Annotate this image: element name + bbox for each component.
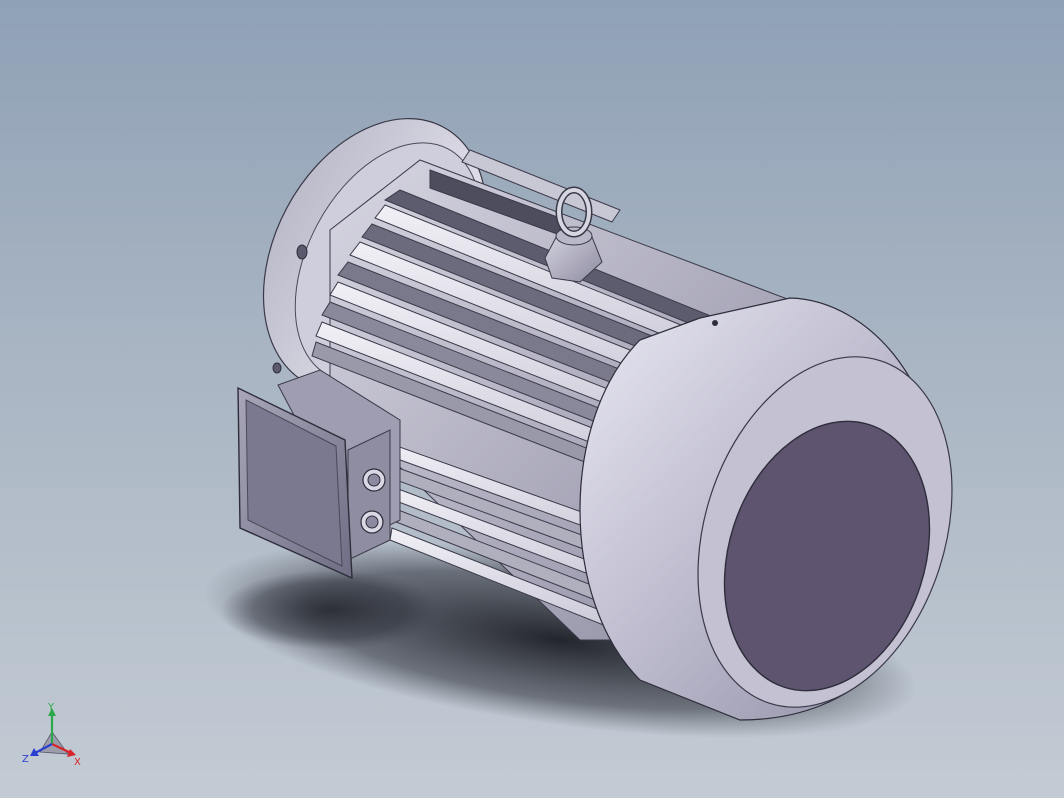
z-axis-label: Z: [22, 754, 29, 765]
flange-bolt-hole: [296, 244, 308, 260]
motor-model[interactable]: [0, 0, 1064, 798]
graphics-viewport[interactable]: Y X Z: [0, 0, 1064, 798]
flange-bolt-hole: [272, 362, 282, 374]
x-axis-arrow-icon: [67, 749, 76, 757]
y-axis-label: Y: [47, 702, 55, 713]
floor-shadow-left: [220, 570, 440, 650]
x-axis-label: X: [74, 757, 81, 768]
fan-cover: [579, 297, 953, 721]
coordinate-triad: Y X Z: [22, 702, 81, 768]
